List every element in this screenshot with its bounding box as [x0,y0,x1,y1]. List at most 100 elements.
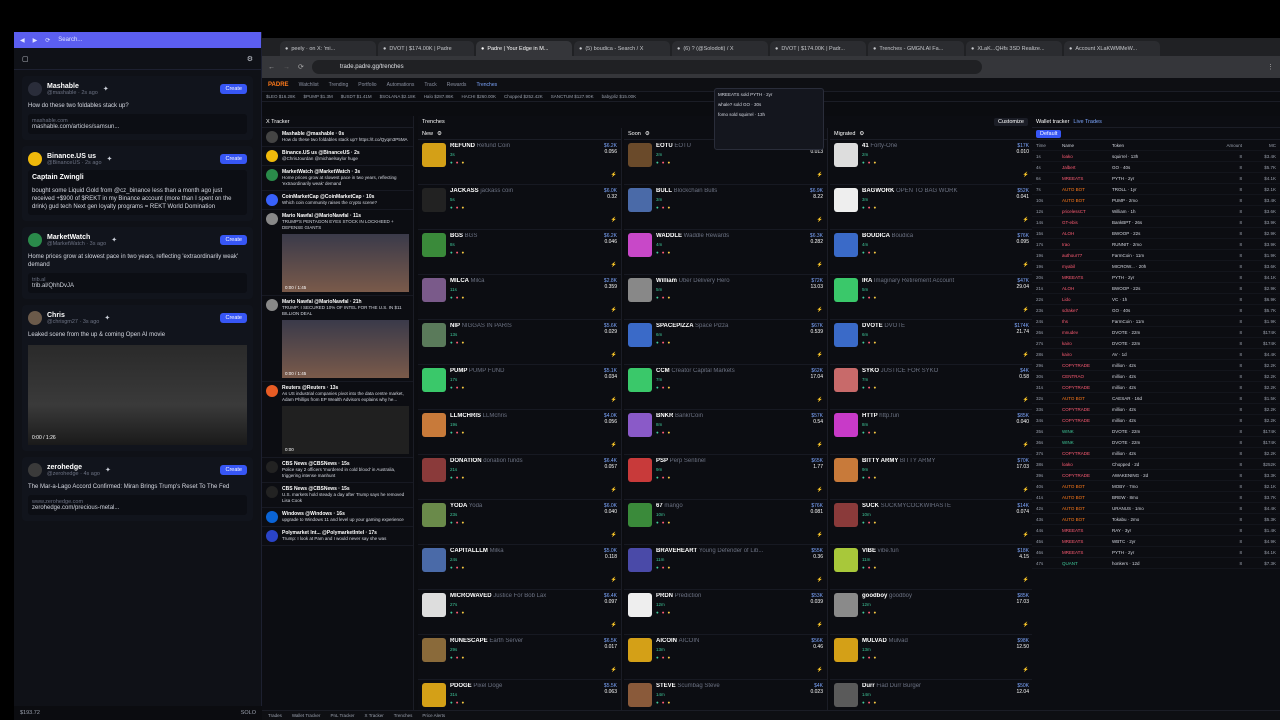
tweet-item[interactable]: Reuters @Reuters · 13s As US industrial c… [262,382,413,458]
wallet-row[interactable]: 29s COPYTRADE million · 42s 8 $2.2K [1032,360,1280,371]
wallet-row[interactable]: 24s Ihs FarmCoin · 11m 8 $1.9K [1032,316,1280,327]
quick-buy-icon[interactable]: ⚡ [611,487,617,493]
token-row[interactable]: SYKO JUSTICE FOR SYKO 7m ● ● ● $4K 0.58 ⚡ [830,365,1033,410]
quick-buy-icon[interactable]: ⚡ [1023,397,1029,403]
ticker-item[interactable]: HACHI $260.00K [461,94,496,99]
nav-item[interactable]: Rewards [447,82,467,88]
quick-buy-icon[interactable]: ⚡ [1023,442,1029,448]
token-row[interactable]: BNKR BankrCoin 8m ● ● ● $57K 0.54 ⚡ [624,410,827,455]
tweet-item[interactable]: Polymarket Int... @PolymarketIntel · 17s… [262,527,413,546]
token-row[interactable]: VIBE vibe.fun 11m ● ● ● $18K 4.15 ⚡ [830,545,1033,590]
quick-buy-icon[interactable]: ⚡ [611,532,617,538]
token-row[interactable]: BITTY ARMY BITTY ARMY 9m ● ● ● $70K 17.03 ⚡ [830,455,1033,500]
quick-buy-icon[interactable]: ⚡ [817,307,823,313]
quick-buy-icon[interactable]: ⚡ [611,217,617,223]
browser-tab[interactable]: ● Trenches - GMGN.AI Fa... [868,41,964,56]
wallet-row[interactable]: 47s QUANT honkers · 12d 8 $7.3K [1032,558,1280,569]
token-row[interactable]: BRAVEHEART Young Defender of Lib... 11m ● ●… [624,545,827,590]
wallet-row[interactable]: 33s COPYTRADE million · 42s 8 $2.2K [1032,404,1280,415]
nav-item[interactable]: Automations [387,82,415,88]
pin-icon[interactable]: ✦ [107,155,113,163]
token-row[interactable]: CAPITALLLM Milka 24s ● ● ● $5.0K 0.118 ⚡ [418,545,621,590]
token-row[interactable]: SPACEPIZZA Space Pizza 6m ● ● ● $67K 0.539 ⚡ [624,320,827,365]
tweet-item[interactable]: Mashable @mashable · 0s How do these two … [262,128,413,147]
tweet-item[interactable]: Windows @Windows · 16s upgrade to Windows… [262,508,413,527]
wallet-row[interactable]: 38s loako Chopped · 2d 8 $252K [1032,459,1280,470]
notification-item[interactable]: MREEATS sold PYTH · 2yr [718,92,820,97]
wallet-row[interactable]: 14s GT-ebis BankBPT · 26s 8 $3.9K [1032,217,1280,228]
quick-buy-icon[interactable]: ⚡ [817,397,823,403]
create-button[interactable]: Create [220,465,247,475]
post-link[interactable]: trib.al trib.al/QhhDvJA [28,273,247,293]
quick-buy-icon[interactable]: ⚡ [611,577,617,583]
wallet-row[interactable]: 20s MREEATS PYTH · 2yr 8 $4.1K [1032,272,1280,283]
wallet-row[interactable]: 10s AUTO BOT PUMP · 2mo 8 $3.4K [1032,195,1280,206]
token-row[interactable]: RUNESCAPE Earth Server 29s ● ● ● $6.5K 0.017 ⚡ [418,635,621,680]
status-tab[interactable]: Price Alerts [422,713,445,718]
quick-buy-icon[interactable]: ⚡ [611,307,617,313]
token-row[interactable]: PUMP PUMP FUND 17s ● ● ● $5.1K 0.034 ⚡ [418,365,621,410]
quick-buy-icon[interactable]: ⚡ [1023,667,1029,673]
wallet-row[interactable]: 36s WINK DVOTE · 22m 8 $174K [1032,437,1280,448]
wallet-row[interactable]: 45s MREEATS WBTC · 2yr 8 $4.9K [1032,536,1280,547]
wallet-row[interactable]: 15s ALOH BWOOP · 22s 8 $2.9K [1032,228,1280,239]
back-icon[interactable]: ← [268,64,275,71]
ticker-item[interactable]: Halo $287.86K [424,94,454,99]
wallet-row[interactable]: 46s MREEATS PYTH · 2yr 8 $4.1K [1032,547,1280,558]
wallet-row[interactable]: 34s COPYTRADE million · 42s 8 $2.2K [1032,415,1280,426]
search-input[interactable]: Search... [58,37,82,43]
reload-icon[interactable]: ⟳ [298,63,304,71]
browser-tab[interactable]: ● (6) ? (@Solodoti) / X [672,41,768,56]
quick-buy-icon[interactable]: ⚡ [817,217,823,223]
wallet-row[interactable]: 26s mnudev DVOTE · 22m 8 $174K [1032,327,1280,338]
tweet-item[interactable]: Binance.US us @BinanceUS · 2s @ChrisJourd… [262,147,413,166]
quick-buy-icon[interactable]: ⚡ [817,352,823,358]
browser-tab[interactable]: ● (5) boudica - Search / X [574,41,670,56]
quick-buy-icon[interactable]: ⚡ [611,397,617,403]
token-row[interactable]: DONATION donation funds 21s ● ● ● $6.4K 0.057 ⚡ [418,455,621,500]
pin-icon[interactable]: ✦ [105,466,111,474]
token-row[interactable]: PRDN Prediction 12m ● ● ● $53K 0.039 ⚡ [624,590,827,635]
refresh-icon[interactable]: ⟳ [45,37,50,44]
token-row[interactable]: AICOIN AICOIN 13m ● ● ● $56K 0.46 ⚡ [624,635,827,680]
wallet-row[interactable]: 32s AUTO BOT CAESAR · 16d 8 $1.5K [1032,393,1280,404]
extensions-icon[interactable]: ⋮ [1267,63,1274,71]
token-row[interactable]: DVOTE DVOTE 6m ● ● ● $174K 21.74 ⚡ [830,320,1033,365]
status-tab[interactable]: X Tracker [365,713,384,718]
browser-tab[interactable]: ● XLaK...QHfs 3SD Realize... [966,41,1062,56]
wallet-row[interactable]: 7s AUTO BOT TROLL · 1yr 8 $2.1K [1032,184,1280,195]
token-row[interactable]: 41 Forty-One 2m ● ● ● $17K 0.010 ⚡ [830,140,1033,185]
wallet-row[interactable]: 23s sdrake7 GO · 40s 8 $5.7K [1032,305,1280,316]
notification-item[interactable]: whale? sold GO · 30s [718,102,820,107]
post-link[interactable]: www.zerohedge.com zerohedge.com/precious-… [28,495,247,515]
video-player[interactable]: 0:00 / 1:45 [282,234,409,292]
quick-buy-icon[interactable]: ⚡ [1023,577,1029,583]
nav-item[interactable]: Watchlist [299,82,319,88]
token-row[interactable]: YODA Yoda 23s ● ● ● $6.0K 0.040 ⚡ [418,500,621,545]
token-row[interactable]: goodboy goodboy 12m ● ● ● $85K 17.03 ⚡ [830,590,1033,635]
token-row[interactable]: BOUDICA Boudica 4m ● ● ● $76K 0.095 ⚡ [830,230,1033,275]
token-row[interactable]: MICROWAVED Justice For Bob Lax 27s ● ● ● $6.4… [418,590,621,635]
wallet-row[interactable]: 31s COPYTRADE million · 42s 8 $2.2K [1032,382,1280,393]
create-button[interactable]: Create [220,313,247,323]
quick-buy-icon[interactable]: ⚡ [817,667,823,673]
live-trades-tab[interactable]: Live Trades [1073,119,1101,125]
wallet-row[interactable]: 12s pricelessCT William · 1h 8 $3.6K [1032,206,1280,217]
token-row[interactable]: MILCA Milca 11s ● ● ● $2.8K 0.359 ⚡ [418,275,621,320]
back-icon[interactable]: ◀ [20,37,25,44]
ticker-item[interactable]: SANCTUM $127.90K [551,94,594,99]
token-row[interactable]: SUCK SUCKMYCOCKWIHASTE 10m ● ● ● $14K 0.074 ⚡ [830,500,1033,545]
url-input[interactable]: trade.padre.gg/trenches [311,60,982,74]
browser-tab[interactable]: ● DVOT | $174.00K | Padre [378,41,474,56]
quick-buy-icon[interactable]: ⚡ [1023,622,1029,628]
notification-item[interactable]: fomo sold squirrel · 13h [718,112,820,117]
quick-buy-icon[interactable]: ⚡ [817,532,823,538]
quick-buy-icon[interactable]: ⚡ [1023,532,1029,538]
quick-buy-icon[interactable]: ⚡ [1023,487,1029,493]
quick-buy-icon[interactable]: ⚡ [1023,352,1029,358]
wallet-row[interactable]: 21s ALOH BWOOP · 22s 8 $2.9K [1032,283,1280,294]
ticker-item[interactable]: Chopped $252.42K [504,94,543,99]
wallet-row[interactable]: 4s Jalbert GO · 40s 8 $5.7K [1032,162,1280,173]
wallet-row[interactable]: 19s authour77 FarmCoin · 11m 8 $1.9K [1032,250,1280,261]
wallet-row[interactable]: 17s Irao RUNNIT · 2mo 8 $3.9K [1032,239,1280,250]
